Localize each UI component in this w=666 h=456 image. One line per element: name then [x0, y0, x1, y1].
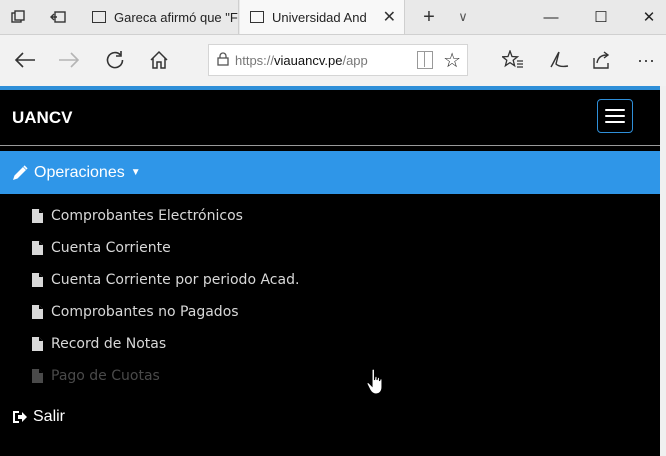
- browser-tab-strip: Gareca afirmó que "F Universidad And ✕ +…: [0, 0, 666, 35]
- forward-icon[interactable]: [50, 41, 88, 79]
- file-icon: [32, 241, 43, 255]
- menu-item-label: Comprobantes no Pagados: [51, 304, 239, 320]
- hamburger-line: [605, 115, 625, 117]
- web-note-icon[interactable]: [540, 41, 578, 79]
- menu-item-comprobantes-no-pagados[interactable]: Comprobantes no Pagados: [0, 296, 660, 328]
- menu-item-comprobantes-electronicos[interactable]: Comprobantes Electrónicos: [0, 200, 660, 232]
- menu-item-record-de-notas[interactable]: Record de Notas: [0, 328, 660, 360]
- menu-toggle-button[interactable]: [597, 99, 633, 133]
- menu-item-label: Record de Notas: [51, 336, 167, 352]
- header-divider: [0, 145, 660, 146]
- logout-label: Salir: [33, 408, 66, 425]
- page-icon: [92, 11, 106, 23]
- menu-item-label: Comprobantes Electrónicos: [51, 208, 243, 224]
- tab-list-chevron-icon[interactable]: ∨: [448, 0, 478, 34]
- browser-navigation-bar: https://viauancv.pe/app ☆ ···: [0, 35, 666, 87]
- home-icon[interactable]: [140, 41, 178, 79]
- tab-universidad[interactable]: Universidad And ✕: [240, 0, 405, 34]
- operaciones-menu: Comprobantes Electrónicos Cuenta Corrien…: [0, 200, 660, 392]
- operaciones-dropdown[interactable]: Operaciones ▼: [0, 151, 660, 194]
- share-icon[interactable]: [582, 41, 620, 79]
- sign-out-icon: [13, 411, 27, 423]
- page-scrollbar[interactable]: [660, 86, 666, 456]
- back-icon[interactable]: [6, 41, 44, 79]
- set-aside-tabs-icon[interactable]: [44, 0, 72, 34]
- url-prefix: https://: [235, 52, 275, 68]
- favorites-hub-icon[interactable]: [494, 41, 532, 79]
- file-icon: [32, 305, 43, 319]
- tab-gareca[interactable]: Gareca afirmó que "F: [84, 0, 239, 34]
- refresh-icon[interactable]: [96, 41, 134, 79]
- address-bar[interactable]: https://viauancv.pe/app ☆: [208, 44, 468, 76]
- menu-item-pago-de-cuotas[interactable]: Pago de Cuotas: [0, 360, 660, 392]
- file-icon: [32, 209, 43, 223]
- operaciones-label: Operaciones: [34, 163, 125, 181]
- menu-item-cuenta-corriente-periodo[interactable]: Cuenta Corriente por periodo Acad.: [0, 264, 660, 296]
- tab-label: Universidad And: [272, 9, 367, 25]
- logout-link[interactable]: Salir: [12, 408, 65, 426]
- hand-cursor-icon: [366, 368, 383, 395]
- site-brand[interactable]: UANCV: [12, 108, 72, 128]
- close-tab-icon[interactable]: ✕: [383, 7, 396, 27]
- page-icon: [250, 11, 264, 23]
- tab-actions-icon[interactable]: [4, 0, 32, 34]
- menu-item-label: Cuenta Corriente por periodo Acad.: [51, 272, 300, 288]
- lock-icon: [217, 51, 229, 69]
- menu-item-label: Pago de Cuotas: [51, 368, 160, 384]
- caret-down-icon: ▼: [130, 167, 141, 178]
- minimize-button[interactable]: —: [528, 0, 574, 34]
- close-window-button[interactable]: ✕: [626, 0, 666, 34]
- tab-label: Gareca afirmó que "F: [114, 9, 238, 25]
- new-tab-button[interactable]: +: [412, 0, 446, 34]
- menu-item-cuenta-corriente[interactable]: Cuenta Corriente: [0, 232, 660, 264]
- url-domain: viauancv.pe: [274, 52, 343, 68]
- file-icon: [32, 369, 43, 383]
- file-icon: [32, 337, 43, 351]
- file-icon: [32, 273, 43, 287]
- pencil-icon: [13, 164, 28, 180]
- hamburger-line: [605, 109, 625, 111]
- favorite-star-icon[interactable]: ☆: [443, 48, 461, 73]
- reading-view-icon[interactable]: [417, 51, 433, 69]
- maximize-button[interactable]: ☐: [578, 0, 624, 34]
- url-path: /app: [342, 52, 368, 68]
- site-header: [0, 90, 660, 144]
- more-icon[interactable]: ···: [626, 41, 666, 79]
- hamburger-line: [605, 121, 625, 123]
- menu-item-label: Cuenta Corriente: [51, 240, 171, 256]
